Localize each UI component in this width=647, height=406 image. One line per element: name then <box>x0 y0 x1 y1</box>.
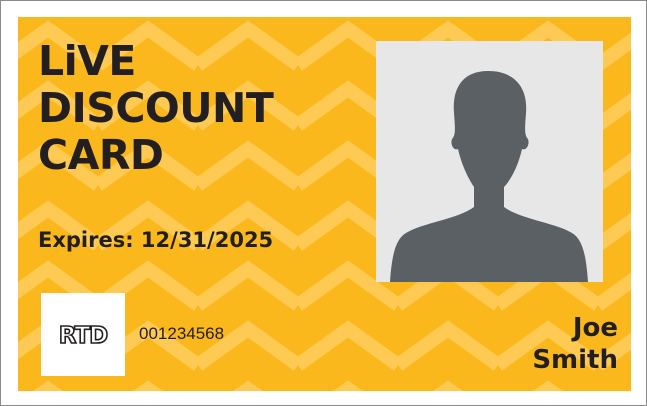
holder-first-name: Joe <box>572 313 618 343</box>
page-frame: LiVE DISCOUNT CARD Expires: 12/31/2025 R… <box>0 0 647 406</box>
holder-last-name: Smith <box>532 345 618 375</box>
title-line-2: DISCOUNT <box>38 84 274 132</box>
card-title: LiVE DISCOUNT CARD <box>38 37 274 179</box>
title-line-1: LiVE <box>38 37 136 85</box>
person-silhouette-icon <box>390 71 588 282</box>
rtd-logo-icon: RTD <box>58 322 109 347</box>
card-number: 001234568 <box>139 324 225 343</box>
title-line-3: CARD <box>38 131 164 179</box>
discount-card: LiVE DISCOUNT CARD Expires: 12/31/2025 R… <box>18 17 631 391</box>
holder-name: Joe Smith <box>532 312 618 376</box>
logo-text: RTD <box>59 323 107 347</box>
expiration-date: Expires: 12/31/2025 <box>38 228 274 252</box>
holder-photo <box>376 41 603 282</box>
rtd-logo: RTD <box>41 293 125 376</box>
